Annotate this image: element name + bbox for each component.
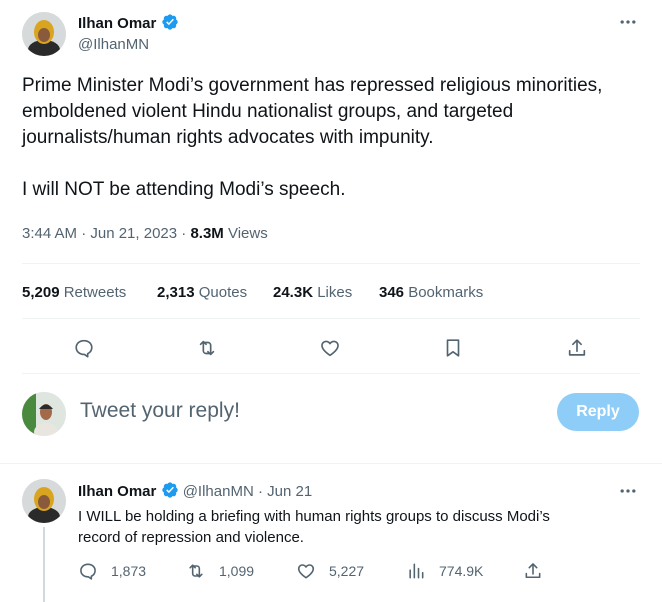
reply-text-line: record of repression and violence. — [78, 529, 304, 546]
views-chart-icon[interactable] — [406, 561, 426, 581]
reply-date[interactable]: Jun 21 — [267, 483, 312, 500]
quotes-label: Quotes — [194, 284, 248, 301]
reply-header: Ilhan Omar @IlhanMN · Jun 21 — [78, 481, 312, 500]
tweet-text-line: I will NOT be attending Modi’s speech. — [22, 179, 346, 200]
tweet-text: Prime Minister Modi’s government has rep… — [22, 73, 647, 203]
bookmarks-count: 346 — [379, 284, 405, 301]
avatar-image — [22, 12, 66, 56]
more-options-icon[interactable] — [618, 481, 638, 501]
verified-badge-icon — [161, 482, 178, 498]
bookmarks-label: Bookmarks — [404, 284, 484, 301]
reply-author-avatar[interactable] — [22, 479, 66, 523]
view-count: 8.3M — [190, 225, 224, 242]
reply-count: 1,873 — [111, 563, 147, 579]
tweet-meta: 3:44 AM · Jun 21, 2023 · 8.3M Views — [22, 225, 268, 242]
retweet-count: 1,099 — [219, 563, 255, 579]
divider — [22, 318, 640, 319]
likes-label: Likes — [313, 284, 353, 301]
tweet-text-line: Prime Minister Modi’s government has rep… — [22, 75, 603, 96]
tweet-timestamp[interactable]: 3:44 AM · Jun 21, 2023 · — [22, 225, 190, 242]
retweet-icon[interactable] — [196, 337, 218, 359]
current-user-avatar[interactable] — [22, 392, 66, 436]
share-icon[interactable] — [523, 561, 543, 581]
likes-count: 24.3K — [273, 284, 314, 301]
reply-icon[interactable] — [78, 561, 98, 581]
separator: · — [253, 483, 268, 500]
quotes-count: 2,313 — [157, 284, 195, 301]
author-handle[interactable]: @IlhanMN — [78, 36, 149, 53]
author-name-row: Ilhan Omar — [78, 13, 179, 33]
reply-author-name[interactable]: Ilhan Omar — [78, 483, 156, 500]
like-heart-icon[interactable] — [296, 561, 316, 581]
retweet-icon[interactable] — [186, 561, 206, 581]
views-count: 774.9K — [439, 563, 484, 579]
views-label: Views — [223, 225, 268, 242]
reply-input[interactable]: Tweet your reply! — [80, 399, 240, 423]
reply-author-handle[interactable]: @IlhanMN — [183, 483, 254, 500]
verified-badge-icon — [162, 14, 178, 30]
tweet-text-line: emboldened violent Hindu nationalist gro… — [22, 101, 514, 122]
reply-text: I WILL be holding a briefing with human … — [78, 506, 638, 548]
bookmark-icon[interactable] — [442, 337, 464, 359]
author-avatar[interactable] — [22, 12, 66, 56]
reply-icon[interactable] — [73, 337, 95, 359]
retweets-label: Retweets — [59, 284, 127, 301]
divider — [0, 463, 662, 464]
share-icon[interactable] — [566, 337, 588, 359]
likes-stat[interactable]: 24.3K Likes — [273, 284, 352, 301]
like-count: 5,227 — [329, 563, 365, 579]
like-heart-icon[interactable] — [319, 337, 341, 359]
avatar-image — [22, 479, 66, 523]
retweets-count: 5,209 — [22, 284, 60, 301]
thread-line — [43, 527, 45, 602]
bookmarks-stat[interactable]: 346 Bookmarks — [379, 284, 483, 301]
tweet-text-line: journalists/human rights advocates with … — [22, 127, 434, 148]
reply-button[interactable]: Reply — [557, 393, 639, 431]
more-options-icon[interactable] — [618, 12, 638, 32]
reply-text-line: I WILL be holding a briefing with human … — [78, 508, 550, 525]
divider — [22, 263, 640, 264]
user-avatar-image — [22, 392, 66, 436]
retweets-stat[interactable]: 5,209 Retweets — [22, 284, 126, 301]
divider — [22, 373, 640, 374]
quotes-stat[interactable]: 2,313 Quotes — [157, 284, 247, 301]
author-name[interactable]: Ilhan Omar — [78, 15, 156, 32]
